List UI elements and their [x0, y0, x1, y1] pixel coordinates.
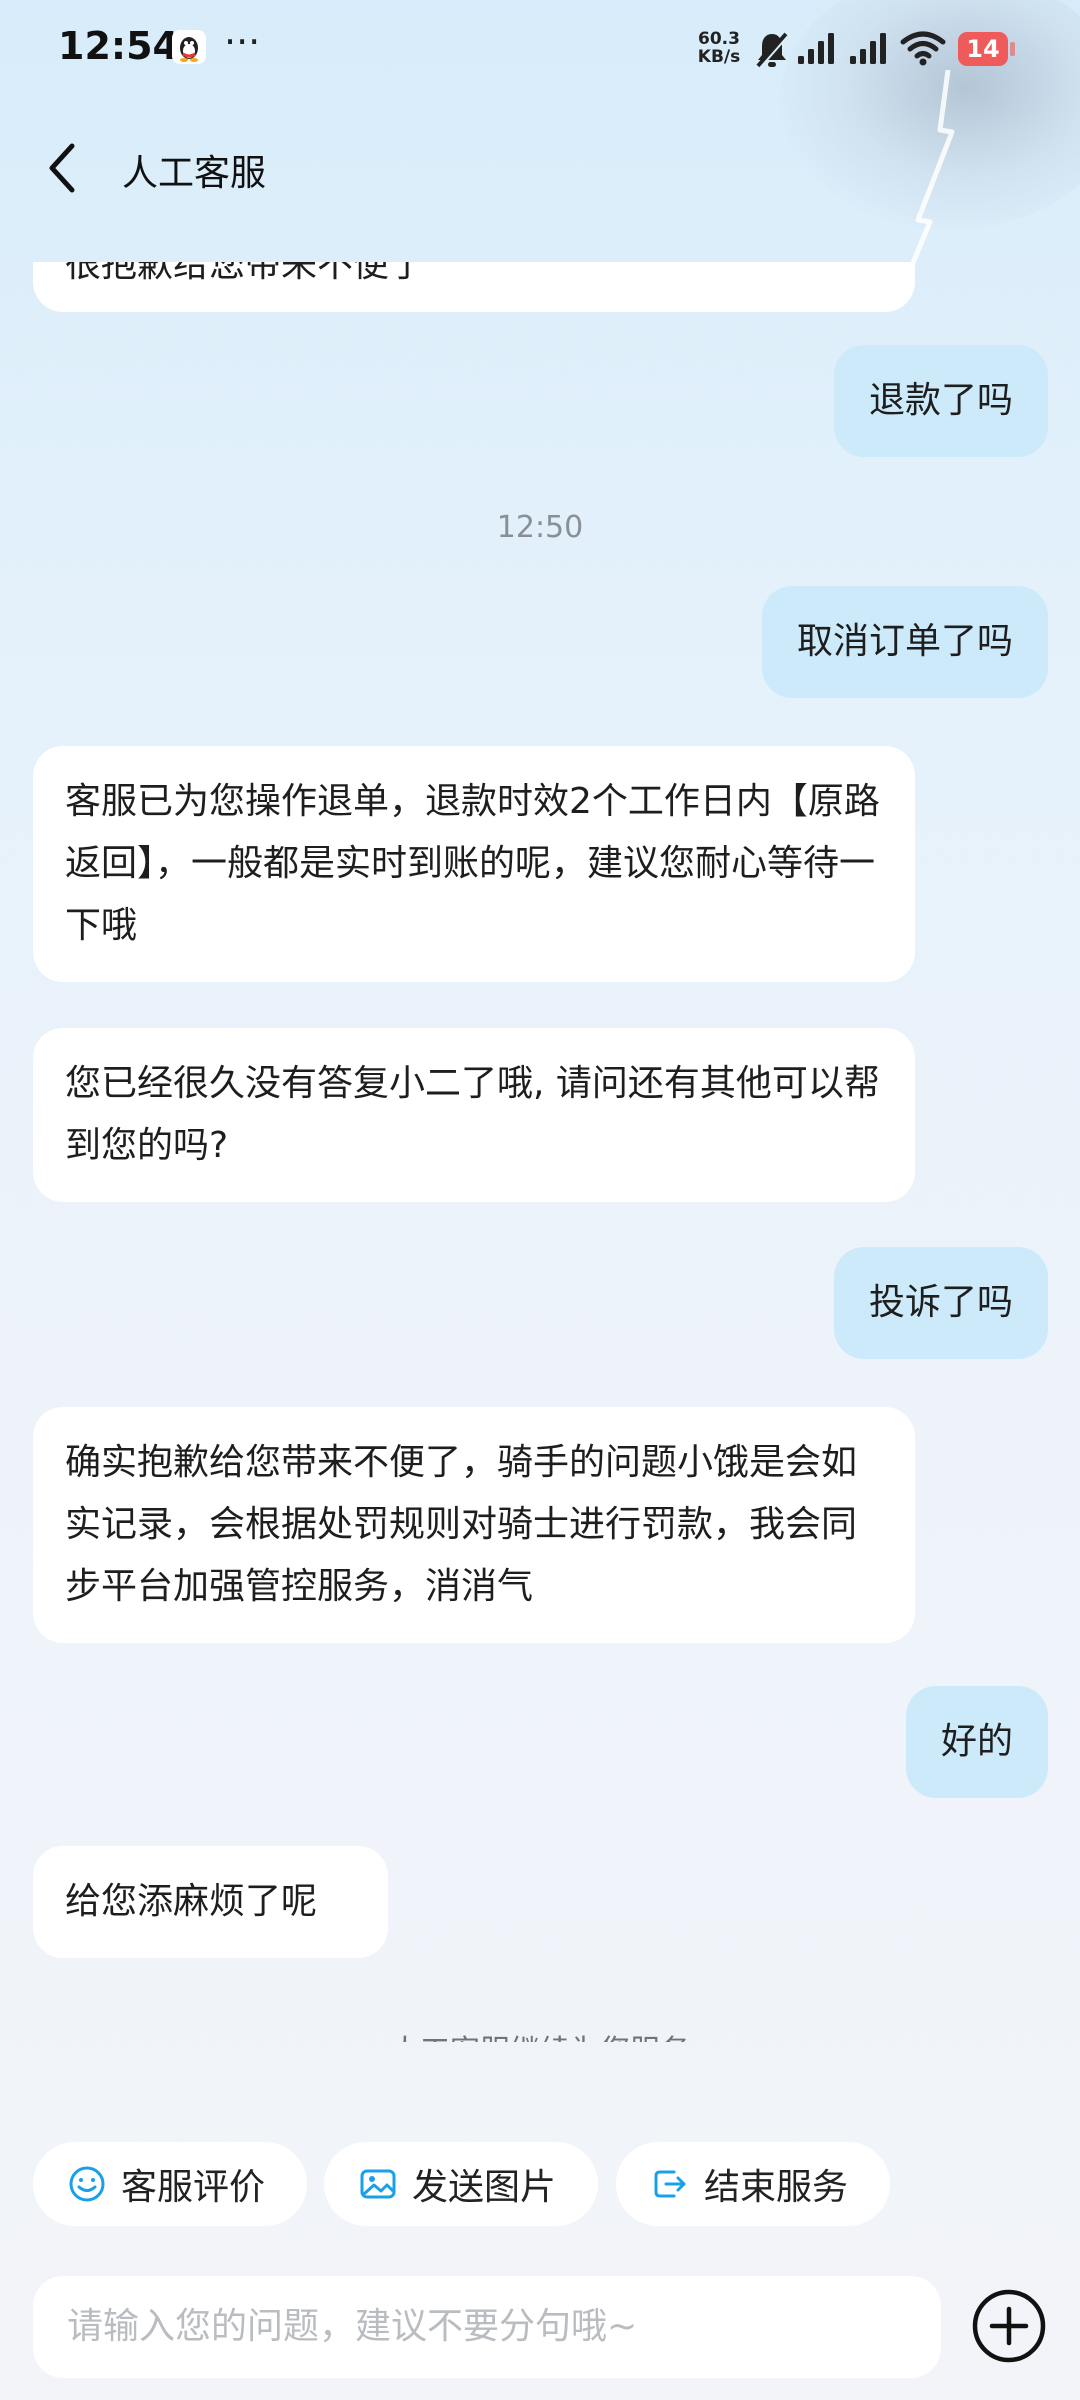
smile-icon	[69, 2166, 105, 2202]
back-chevron-icon[interactable]	[34, 132, 94, 204]
message-input[interactable]: 请输入您的问题，建议不要分句哦~	[33, 2276, 941, 2378]
agent-message-bubble: 给您添麻烦了呢	[33, 1846, 388, 1958]
end-service-button[interactable]: 结束服务	[616, 2142, 890, 2226]
plus-circle-icon[interactable]	[970, 2287, 1048, 2365]
agent-message-bubble: 确实抱歉给您带来不便了，骑手的问题小饿是会如实记录，会根据处罚规则对骑士进行罚款…	[33, 1407, 915, 1643]
network-speed: 60.3 KB/s	[692, 30, 746, 66]
more-notifications-icon: ···	[224, 20, 261, 64]
battery-tip	[1010, 42, 1015, 56]
user-message-bubble: 退款了吗	[833, 345, 1048, 457]
chat-message-list[interactable]: 很抱歉给您带来不便了 退款了吗 12:50 取消订单了吗 客服已为您操作退单，退…	[0, 262, 1080, 2042]
quick-action-bar: 客服评价 发送图片 结束服务	[0, 2142, 1080, 2228]
send-image-button[interactable]: 发送图片	[324, 2142, 598, 2226]
page-title: 人工客服	[122, 153, 267, 194]
end-service-label: 结束服务	[704, 2167, 849, 2208]
signal-icon-2	[850, 33, 886, 64]
rate-service-button[interactable]: 客服评价	[33, 2142, 307, 2226]
agent-message-bubble: 您已经很久没有答复小二了哦, 请问还有其他可以帮到您的吗?	[33, 1028, 915, 1202]
message-timestamp: 12:50	[496, 510, 584, 545]
send-image-label: 发送图片	[412, 2167, 557, 2208]
status-time: 12:54	[58, 24, 179, 68]
image-icon	[360, 2169, 396, 2199]
agent-message-bubble: 很抱歉给您带来不便了	[33, 262, 915, 312]
rate-service-label: 客服评价	[121, 2167, 266, 2208]
wifi-icon	[900, 31, 946, 66]
network-speed-unit: KB/s	[697, 47, 741, 67]
network-speed-value: 60.3	[698, 29, 740, 49]
user-message-bubble: 取消订单了吗	[761, 586, 1048, 698]
exit-icon	[654, 2170, 686, 2198]
status-bar: 12:54 ··· 60.3 KB/s 14	[0, 0, 1080, 100]
app-header: 人工客服	[0, 100, 1080, 240]
battery-indicator: 14	[958, 32, 1008, 66]
system-notice: 人工客服继续为您服务	[0, 2026, 1080, 2042]
user-message-bubble: 好的	[905, 1686, 1048, 1798]
signal-icon	[798, 33, 834, 64]
agent-message-bubble: 客服已为您操作退单，退款时效2个工作日内【原路返回】，一般都是实时到账的呢，建议…	[33, 746, 915, 982]
user-message-bubble: 投诉了吗	[833, 1247, 1048, 1359]
qq-penguin-icon	[172, 30, 206, 64]
mute-bell-icon	[756, 32, 789, 69]
